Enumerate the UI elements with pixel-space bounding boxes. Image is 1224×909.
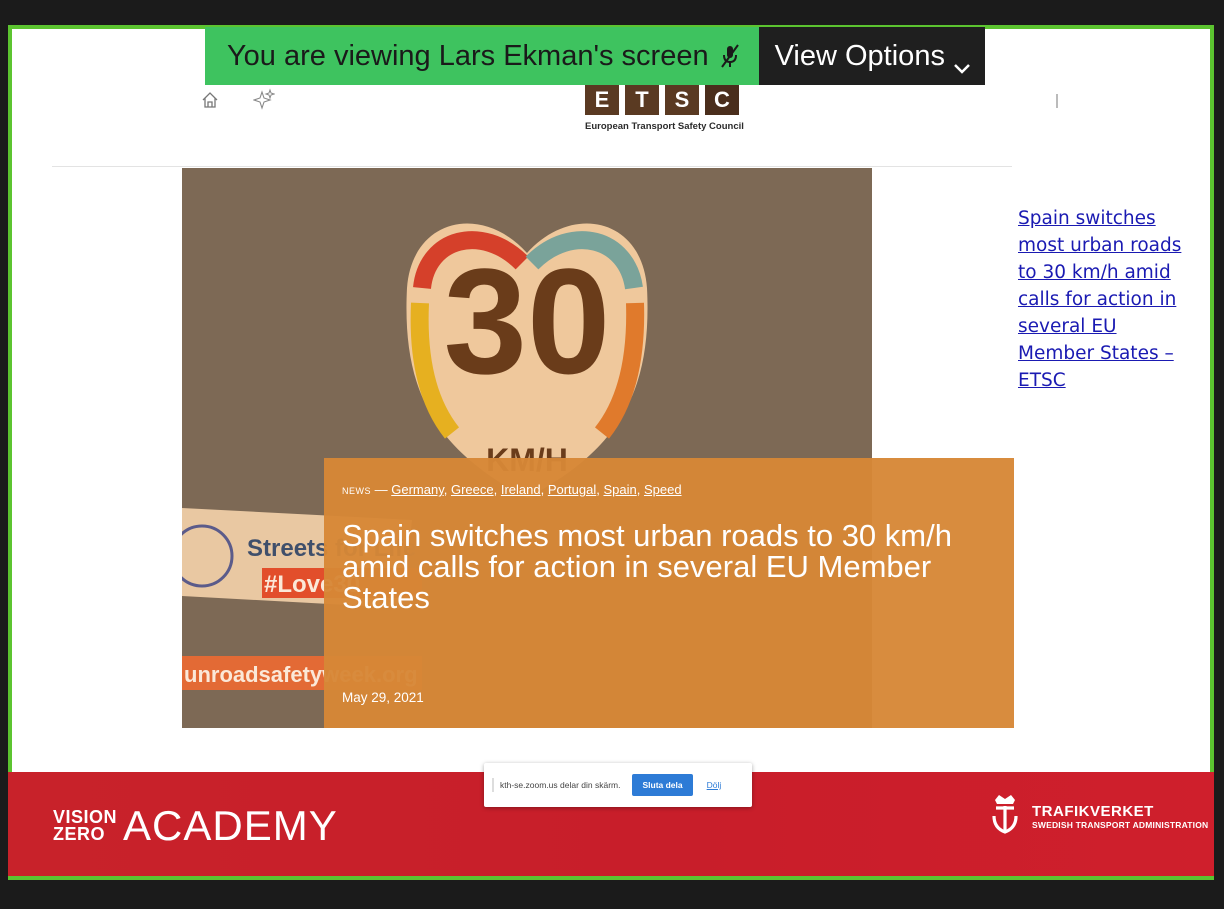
trafikverket-logo: TRAFIKVERKET SWEDISH TRANSPORT ADMINISTR… <box>986 792 1208 841</box>
viewing-indicator: You are viewing Lars Ekman's screen <box>205 27 759 85</box>
home-icon[interactable] <box>200 90 220 110</box>
sharing-message: kth-se.zoom.us delar din skärm. <box>500 780 621 790</box>
category-label: NEWS <box>342 486 371 496</box>
header-edge-mark <box>1056 94 1058 108</box>
view-options-button[interactable]: View Options <box>758 27 985 85</box>
viewing-text: You are viewing Lars Ekman's screen <box>227 39 709 72</box>
article-card[interactable]: NEWS — Germany, Greece, Ireland, Portuga… <box>324 458 1014 728</box>
etsc-logo[interactable]: E T S C European Transport Safety Counci… <box>585 85 744 132</box>
logo-tagline: European Transport Safety Council <box>585 121 744 132</box>
logo-letter: T <box>625 85 659 115</box>
bottom-black-bar <box>0 880 1224 909</box>
tag-link[interactable]: Spain <box>603 482 636 497</box>
logo-zero: ZERO <box>53 824 106 844</box>
tag-link[interactable]: Greece <box>451 482 494 497</box>
logo-letter: E <box>585 85 619 115</box>
logo-academy: ACADEMY <box>123 802 338 849</box>
microphone-muted-icon <box>719 43 741 69</box>
chevron-down-icon <box>953 50 971 74</box>
agency-subtitle: SWEDISH TRANSPORT ADMINISTRATION <box>1032 820 1209 830</box>
related-article-link[interactable]: Spain switches most urban roads to 30 km… <box>1018 205 1188 394</box>
agency-name: TRAFIKVERKET <box>1032 803 1154 820</box>
tag-link[interactable]: Germany <box>391 482 444 497</box>
logo-letter: S <box>665 85 699 115</box>
article-date: May 29, 2021 <box>342 690 424 705</box>
zoom-sharing-notice: kth-se.zoom.us delar din skärm. Sluta de… <box>484 763 752 807</box>
drag-handle[interactable] <box>492 778 494 792</box>
sparkle-icon[interactable] <box>252 88 276 110</box>
tag-link[interactable]: Portugal <box>548 482 596 497</box>
article-title[interactable]: Spain switches most urban roads to 30 km… <box>342 520 992 613</box>
tag-link[interactable]: Ireland <box>501 482 541 497</box>
logo-letter: C <box>705 85 739 115</box>
stop-sharing-button[interactable]: Sluta dela <box>632 774 693 796</box>
hide-link[interactable]: Dölj <box>707 780 722 790</box>
vision-zero-academy-logo: VISION ZERO ACADEMY <box>53 802 338 850</box>
meta-separator: — <box>371 482 392 497</box>
crown-emblem-icon <box>986 792 1024 841</box>
tag-link[interactable]: Speed <box>644 482 682 497</box>
view-options-label: View Options <box>774 39 945 72</box>
featured-article[interactable]: 30 KM/H Streets for Life #Love30 unroads… <box>182 168 1014 728</box>
header-divider <box>52 166 1012 167</box>
article-meta: NEWS — Germany, Greece, Ireland, Portuga… <box>342 482 682 497</box>
screen-share-banner: You are viewing Lars Ekman's screen View… <box>205 27 985 85</box>
speed-number: 30 <box>444 237 611 405</box>
